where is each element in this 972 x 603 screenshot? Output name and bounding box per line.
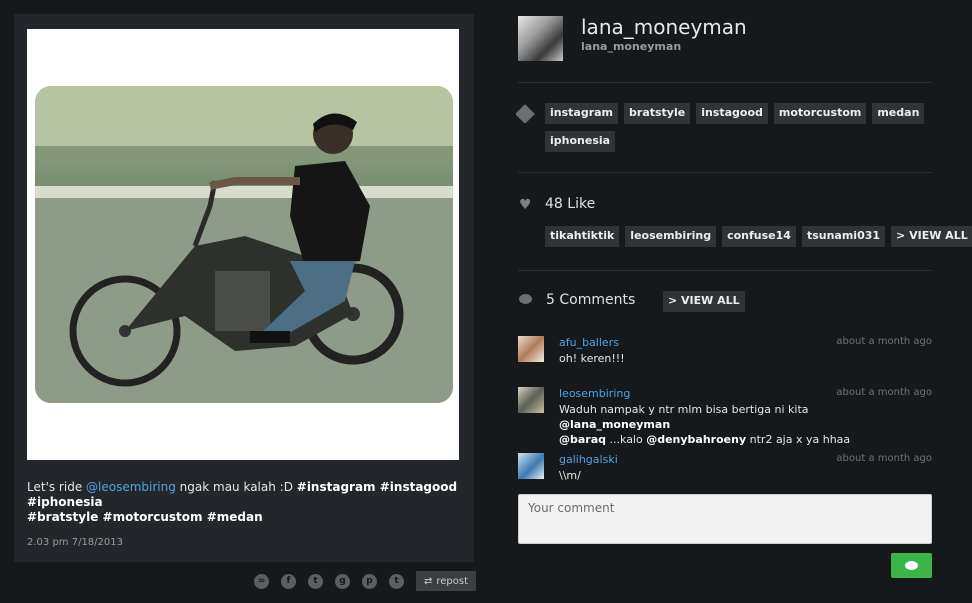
share-bar: ∞ f t g p t ⇄ repost	[254, 571, 476, 591]
liker-chip[interactable]: tikahtiktik	[545, 226, 620, 247]
commenter-avatar[interactable]	[518, 453, 544, 479]
comment-text: \\m/	[559, 469, 581, 482]
comment-text: oh! keren!!!	[559, 352, 625, 365]
tag-list: instagram bratstyle instagood motorcusto…	[545, 103, 925, 152]
caption-mention-link[interactable]: @leosembiring	[86, 480, 176, 494]
comment-time: about a month ago	[836, 336, 932, 347]
repost-label: repost	[436, 575, 469, 587]
commenter-avatar[interactable]	[518, 336, 544, 362]
comment-text-part: ntr2 aja x ya hhaa	[746, 433, 851, 446]
comment-text: Waduh nampak y ntr mlm bisa bertiga ni k…	[559, 402, 919, 447]
post-caption: Let's ride @leosembiring ngak mau kalah …	[27, 480, 467, 525]
comment-mention[interactable]: @baraq	[559, 433, 606, 446]
caption-hashtags[interactable]: #bratstyle #motorcustom #medan	[27, 510, 263, 524]
pinterest-icon[interactable]: p	[362, 573, 377, 589]
tag-chip[interactable]: bratstyle	[624, 103, 691, 124]
divider	[518, 172, 932, 173]
user-display-name[interactable]: lana_moneyman	[581, 15, 747, 39]
tag-chip[interactable]: motorcustom	[773, 103, 867, 124]
tumblr-icon[interactable]: t	[389, 573, 404, 589]
commenter-name[interactable]: leosembiring	[559, 387, 630, 400]
link-icon[interactable]: ∞	[254, 573, 269, 589]
comment-bubble-icon	[519, 294, 532, 304]
view-all-comments-button[interactable]: > VIEW ALL	[663, 291, 745, 312]
likers-list: tikahtiktik leosembiring confuse14 tsuna…	[545, 226, 972, 247]
post-photo[interactable]	[35, 86, 453, 403]
commenter-avatar[interactable]	[518, 387, 544, 413]
caption-text: Let's ride	[27, 480, 87, 494]
commenter-name[interactable]: galihgalski	[559, 453, 618, 466]
post-photo-frame	[27, 29, 459, 460]
view-all-likes-button[interactable]: > VIEW ALL	[891, 226, 972, 247]
twitter-icon[interactable]: t	[308, 573, 323, 589]
comment-text-part: Waduh nampak y ntr mlm bisa bertiga ni k…	[559, 403, 809, 416]
tag-chip[interactable]: medan	[872, 103, 925, 124]
liker-chip[interactable]: tsunami031	[801, 226, 886, 247]
comment-time: about a month ago	[836, 387, 932, 398]
comment-time: about a month ago	[836, 453, 932, 464]
comment-text-part: ...kalo	[606, 433, 647, 446]
user-avatar[interactable]	[518, 16, 563, 61]
divider	[518, 270, 932, 271]
user-handle: lana_moneyman	[581, 40, 682, 53]
repost-icon: ⇄	[423, 575, 433, 587]
google-plus-icon[interactable]: g	[335, 573, 350, 589]
tag-chip[interactable]: iphonesia	[545, 131, 616, 152]
heart-icon[interactable]: ♥	[519, 197, 532, 213]
comments-count: 5 Comments	[546, 292, 636, 308]
post-timestamp: 2.03 pm 7/18/2013	[27, 537, 123, 548]
comment-mention[interactable]: @denybahroeny	[646, 433, 746, 446]
commenter-name[interactable]: afu_ballers	[559, 336, 619, 349]
post-card: Let's ride @leosembiring ngak mau kalah …	[14, 14, 474, 562]
divider	[518, 82, 932, 83]
likes-count: 48 Like	[545, 196, 596, 212]
liker-chip[interactable]: leosembiring	[625, 226, 717, 247]
photo-illustration	[35, 86, 453, 403]
facebook-icon[interactable]: f	[281, 573, 296, 589]
tag-chip[interactable]: instagood	[696, 103, 768, 124]
comment-input[interactable]	[518, 494, 932, 544]
caption-text: ngak mau kalah :D	[175, 480, 297, 494]
tag-chip[interactable]: instagram	[545, 103, 619, 124]
send-comment-button[interactable]	[891, 553, 932, 578]
comment-mention[interactable]: @lana_moneyman	[559, 418, 670, 431]
tag-icon	[515, 104, 535, 124]
repost-button[interactable]: ⇄ repost	[416, 571, 476, 591]
liker-chip[interactable]: confuse14	[722, 226, 796, 247]
speech-bubble-icon	[905, 561, 918, 570]
